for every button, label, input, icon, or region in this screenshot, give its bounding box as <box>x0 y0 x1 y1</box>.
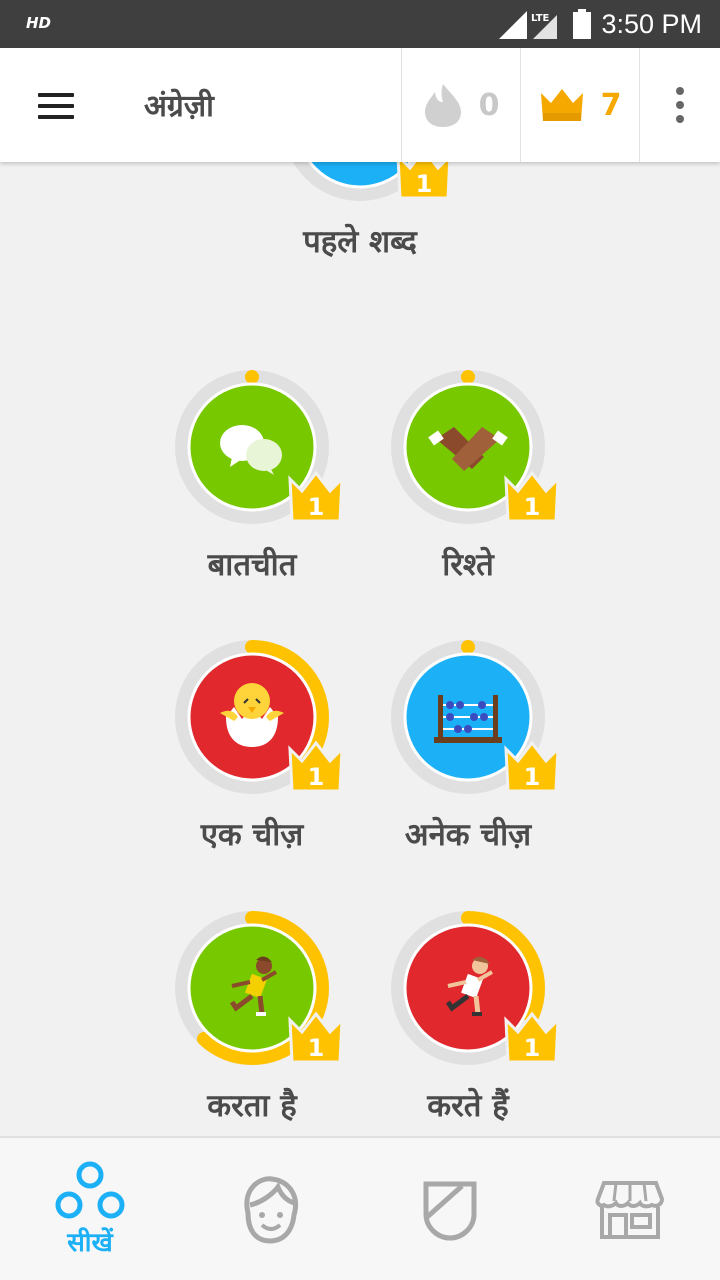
skill-label: करते हैं <box>427 1088 509 1124</box>
status-time: 3:50 PM <box>601 8 702 39</box>
more-options-icon[interactable] <box>640 48 720 162</box>
nav-profile[interactable] <box>180 1138 360 1280</box>
crown-level: 1 <box>308 493 325 521</box>
crown-level: 1 <box>524 1034 541 1062</box>
nav-learn-label: सीखें <box>67 1228 113 1258</box>
crown-icon <box>540 89 583 121</box>
menu-icon[interactable] <box>30 80 82 132</box>
streak-button[interactable]: 0 <box>402 48 520 162</box>
skill-first-words[interactable]: 1 पहले शब्द <box>270 162 452 260</box>
skill-relationships[interactable]: 1 रिश्ते <box>378 367 560 583</box>
skill-icon: 1 <box>175 370 344 524</box>
skill-icon: 1 <box>391 640 560 794</box>
crown-count: 7 <box>600 87 622 123</box>
crown-level-icon: 1 <box>396 162 452 200</box>
flame-icon <box>424 84 461 127</box>
nav-shop[interactable] <box>540 1138 720 1280</box>
status-bar: HD LTE 3:50 PM <box>0 0 720 48</box>
crown-level: 1 <box>524 493 541 521</box>
course-title[interactable]: अंग्रेज़ी <box>144 84 214 125</box>
shield-icon <box>423 1181 477 1241</box>
bottom-nav: सीखें <box>0 1136 720 1280</box>
crown-level: 1 <box>308 1034 325 1062</box>
battery-icon <box>573 9 592 39</box>
skill-tree: 1 पहले शब्द 1 बातचीत 1 रिश्ते 1 एक चीज़ 1 अनेक ची… <box>0 162 720 1136</box>
status-icons: LTE 3:50 PM <box>497 0 702 48</box>
app-bar: अंग्रेज़ी 0 7 <box>0 48 720 162</box>
skill-icon: 1 <box>175 640 344 794</box>
skill-does[interactable]: 1 करता है <box>162 908 344 1124</box>
skill-many-things[interactable]: 1 अनेक चीज़ <box>378 637 560 853</box>
skill-conversation[interactable]: 1 बातचीत <box>162 367 344 583</box>
profile-face-icon <box>244 1176 298 1244</box>
streak-count: 0 <box>478 87 500 123</box>
skill-label: पहले शब्द <box>303 224 417 260</box>
skill-icon: 1 <box>175 911 344 1065</box>
network-type-label: LTE <box>531 13 550 24</box>
skill-do[interactable]: 1 करते हैं <box>378 908 560 1124</box>
learn-icon <box>55 1161 125 1219</box>
skill-label: अनेक चीज़ <box>404 817 532 853</box>
hd-indicator: HD <box>26 14 52 32</box>
skill-one-thing[interactable]: 1 एक चीज़ <box>162 637 344 853</box>
skill-icon: 1 <box>391 911 560 1065</box>
crown-level: 1 <box>416 170 433 198</box>
skill-icon: 1 <box>391 370 560 524</box>
nav-learn[interactable]: सीखें <box>0 1138 180 1280</box>
crown-level: 1 <box>308 763 325 791</box>
crown-level: 1 <box>524 763 541 791</box>
signal-icon: LTE <box>499 11 558 39</box>
skill-icon: 1 <box>283 162 452 201</box>
crowns-button[interactable]: 7 <box>521 48 639 162</box>
skill-label: रिश्ते <box>442 547 494 583</box>
shop-icon <box>595 1181 665 1239</box>
nav-league[interactable] <box>360 1138 540 1280</box>
